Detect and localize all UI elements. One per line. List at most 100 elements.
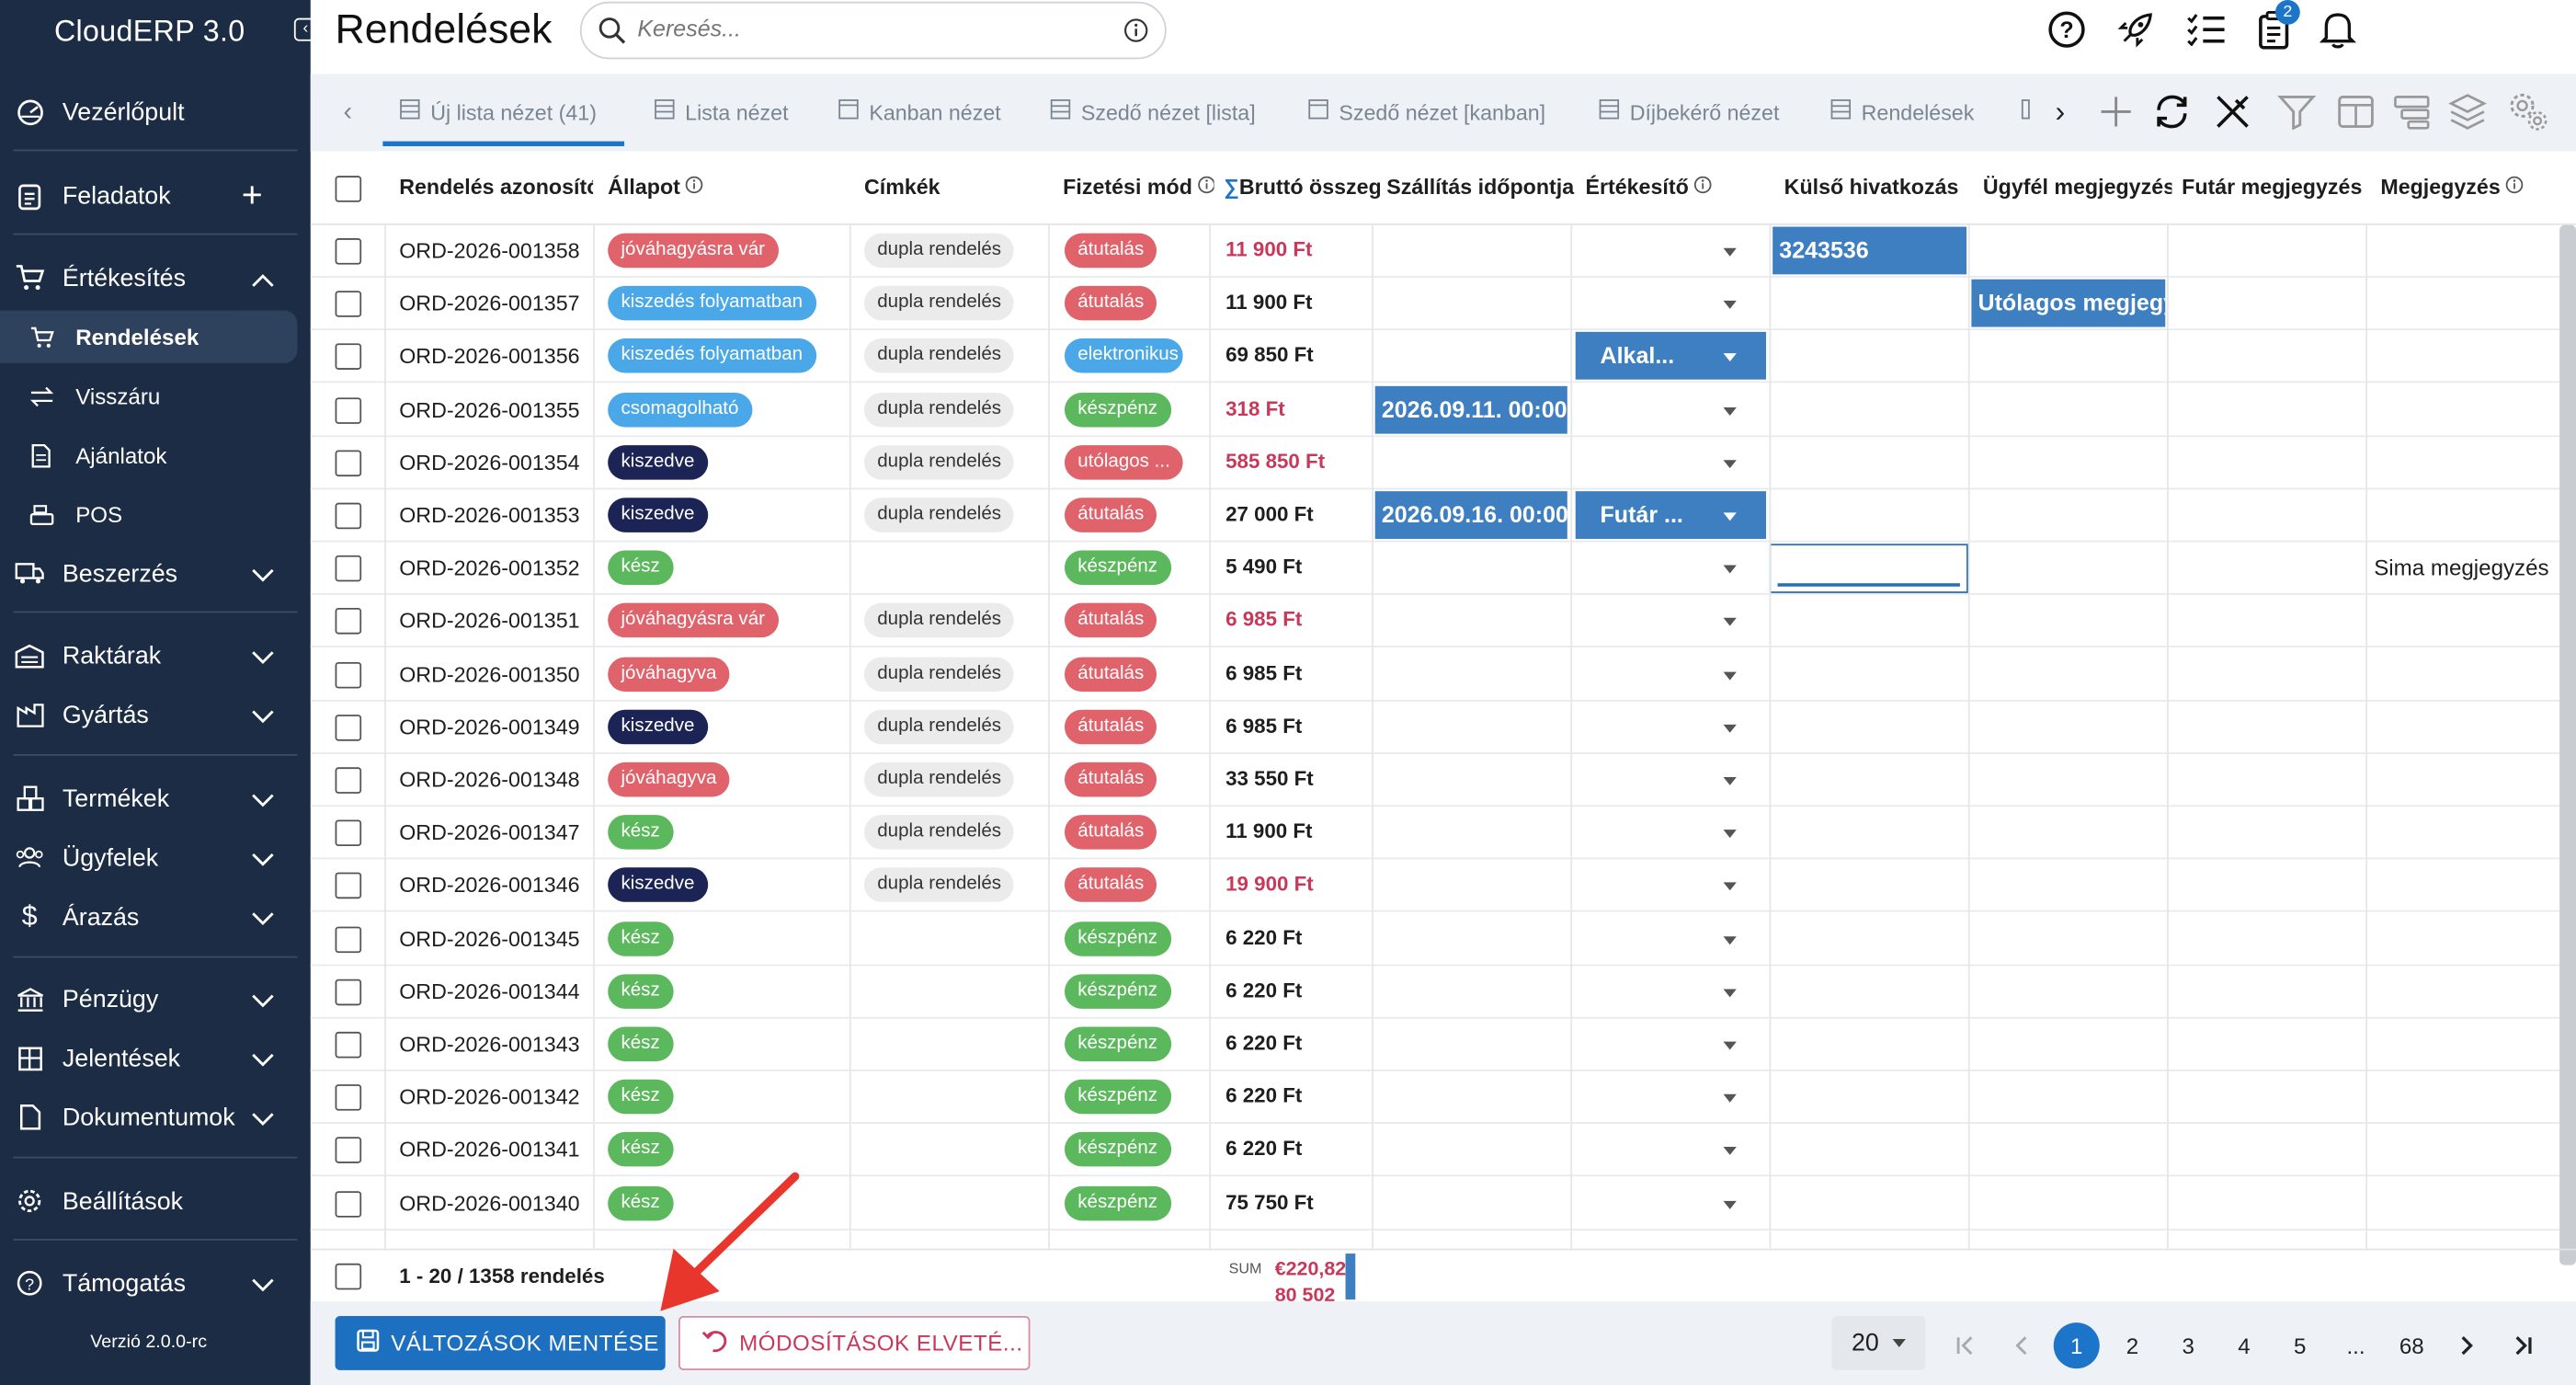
last-page-icon[interactable] bbox=[2501, 1322, 2547, 1368]
page-button[interactable]: ... bbox=[2333, 1322, 2379, 1368]
tag-badge[interactable]: dupla rendelés bbox=[863, 444, 1015, 480]
shipping-date-cell[interactable]: 2026.09.11. 00:00 bbox=[1374, 385, 1567, 433]
table-row[interactable]: ORD-2026-001342 kész készpénz 6 220 Ft bbox=[310, 1071, 2576, 1125]
table-row[interactable]: ORD-2026-001344 kész készpénz 6 220 Ft bbox=[310, 966, 2576, 1019]
payment-badge[interactable]: készpénz bbox=[1064, 1026, 1171, 1062]
order-id[interactable]: ORD-2026-001356 bbox=[399, 344, 579, 369]
seller-dropdown-icon[interactable] bbox=[1723, 724, 1737, 733]
row-checkbox[interactable] bbox=[335, 608, 362, 635]
sidebar-item-documents[interactable]: Dokumentumok bbox=[0, 1091, 311, 1143]
seller-dropdown-icon[interactable] bbox=[1723, 565, 1737, 574]
payment-badge[interactable]: készpénz bbox=[1064, 974, 1171, 1009]
payment-badge[interactable]: átutalás bbox=[1064, 709, 1157, 744]
tag-badge[interactable]: dupla rendelés bbox=[863, 867, 1015, 903]
tabs-scroll-left-icon[interactable]: ‹ bbox=[343, 98, 352, 128]
order-id[interactable]: ORD-2026-001346 bbox=[399, 873, 579, 898]
tag-badge[interactable]: dupla rendelés bbox=[863, 815, 1015, 850]
order-id[interactable]: ORD-2026-001353 bbox=[399, 503, 579, 528]
tab-proforma-view[interactable]: Díjbekérő nézet bbox=[1599, 98, 1779, 125]
order-id[interactable]: ORD-2026-001355 bbox=[399, 397, 579, 422]
tag-badge[interactable]: dupla rendelés bbox=[863, 338, 1015, 374]
payment-badge[interactable]: átutalás bbox=[1064, 761, 1157, 797]
order-id[interactable]: ORD-2026-001341 bbox=[399, 1138, 579, 1162]
payment-badge[interactable]: átutalás bbox=[1064, 815, 1157, 850]
add-task-icon[interactable]: + bbox=[242, 177, 263, 212]
status-badge[interactable]: kész bbox=[608, 1026, 674, 1062]
table-row[interactable]: ORD-2026-001357 kiszedés folyamatban dupla… bbox=[310, 278, 2576, 331]
row-checkbox[interactable] bbox=[335, 1031, 362, 1059]
order-id[interactable]: ORD-2026-001357 bbox=[399, 292, 579, 316]
order-id[interactable]: ORD-2026-001354 bbox=[399, 450, 579, 475]
tag-badge[interactable]: dupla rendelés bbox=[863, 761, 1015, 797]
table-row[interactable]: ORD-2026-001353 kiszedve dupla rendelés átu… bbox=[310, 489, 2576, 543]
seller-dropdown-icon[interactable] bbox=[1723, 353, 1737, 362]
seller-dropdown-icon[interactable] bbox=[1723, 1094, 1737, 1104]
status-badge[interactable]: kész bbox=[608, 974, 674, 1009]
payment-badge[interactable]: átutalás bbox=[1064, 656, 1157, 692]
sidebar-item-production[interactable]: Gyártás bbox=[0, 689, 311, 741]
status-badge[interactable]: csomagolható bbox=[608, 392, 752, 427]
seller-dropdown-icon[interactable] bbox=[1723, 935, 1737, 944]
table-row[interactable]: ORD-2026-001343 kész készpénz 6 220 Ft bbox=[310, 1019, 2576, 1071]
summary-checkbox[interactable] bbox=[335, 1263, 362, 1290]
row-checkbox[interactable] bbox=[335, 1137, 362, 1164]
table-row[interactable]: ORD-2026-001356 kiszedés folyamatban dupla… bbox=[310, 331, 2576, 383]
sidebar-item-products[interactable]: Termékek bbox=[0, 773, 311, 825]
col-external-ref-header[interactable]: Külső hivatkozás bbox=[1784, 174, 1974, 199]
row-checkbox[interactable] bbox=[335, 979, 362, 1005]
col-courier-note-header[interactable]: Futár megjegyzés bbox=[2182, 174, 2371, 199]
status-badge[interactable]: kiszedés folyamatban bbox=[608, 338, 816, 374]
row-checkbox[interactable] bbox=[335, 344, 362, 371]
tag-badge[interactable]: dupla rendelés bbox=[863, 603, 1015, 638]
sidebar-item-customers[interactable]: Ügyfelek bbox=[0, 831, 311, 884]
payment-badge[interactable]: átutalás bbox=[1064, 498, 1157, 532]
tabs-scroll-right-icon[interactable]: › bbox=[2040, 92, 2080, 132]
group-icon[interactable] bbox=[2392, 92, 2432, 132]
payment-badge[interactable]: átutalás bbox=[1064, 233, 1157, 269]
page-button[interactable]: 68 bbox=[2388, 1322, 2434, 1368]
tag-badge[interactable]: dupla rendelés bbox=[863, 656, 1015, 692]
table-row[interactable]: ORD-2026-001349 kiszedve dupla rendelés átu… bbox=[310, 701, 2576, 754]
payment-badge[interactable]: átutalás bbox=[1064, 286, 1157, 321]
payment-badge[interactable]: készpénz bbox=[1064, 392, 1171, 427]
info-icon[interactable] bbox=[1123, 18, 1148, 52]
status-badge[interactable]: kiszedve bbox=[608, 498, 708, 532]
tag-badge[interactable]: dupla rendelés bbox=[863, 498, 1015, 532]
payment-badge[interactable]: átutalás bbox=[1064, 603, 1157, 638]
status-badge[interactable]: kiszedve bbox=[608, 444, 708, 480]
external-ref-cell[interactable]: 3243536 bbox=[1772, 226, 1967, 275]
rocket-icon[interactable] bbox=[2116, 10, 2156, 50]
checklist-icon[interactable] bbox=[2186, 10, 2226, 50]
row-checkbox[interactable] bbox=[335, 450, 362, 476]
seller-cell[interactable]: Alkal... bbox=[1575, 332, 1767, 381]
order-id[interactable]: ORD-2026-001340 bbox=[399, 1190, 579, 1215]
tab-kanban-view[interactable]: Kanban nézet bbox=[838, 98, 1001, 125]
seller-dropdown-icon[interactable] bbox=[1723, 618, 1737, 627]
payment-badge[interactable]: készpénz bbox=[1064, 550, 1171, 586]
table-row[interactable]: ORD-2026-001352 kész készpénz 5 490 Ft Sima … bbox=[310, 543, 2576, 596]
payment-badge[interactable]: készpénz bbox=[1064, 1132, 1171, 1168]
sidebar-item-purchasing[interactable]: Beszerzés bbox=[0, 547, 311, 600]
seller-dropdown-icon[interactable] bbox=[1723, 247, 1737, 257]
status-badge[interactable]: kész bbox=[608, 1132, 674, 1168]
first-page-icon[interactable] bbox=[1942, 1322, 1988, 1368]
status-badge[interactable]: jóváhagyva bbox=[608, 656, 730, 692]
row-checkbox[interactable] bbox=[335, 238, 362, 265]
prev-page-icon[interactable] bbox=[1998, 1322, 2044, 1368]
order-id[interactable]: ORD-2026-001343 bbox=[399, 1032, 579, 1057]
status-badge[interactable]: kész bbox=[608, 1080, 674, 1115]
page-size-select[interactable]: 20 bbox=[1831, 1315, 1926, 1370]
seller-dropdown-icon[interactable] bbox=[1723, 883, 1737, 891]
tag-badge[interactable]: dupla rendelés bbox=[863, 392, 1015, 427]
table-row[interactable]: ORD-2026-001355 csomagolható dupla rendelé… bbox=[310, 383, 2576, 437]
seller-dropdown-icon[interactable] bbox=[1723, 301, 1737, 310]
table-row[interactable]: ORD-2026-001358 jóváhagyásra vár dupla ren… bbox=[310, 225, 2576, 278]
seller-dropdown-icon[interactable] bbox=[1723, 1041, 1737, 1050]
page-button[interactable]: 2 bbox=[2109, 1322, 2155, 1368]
page-button[interactable]: 1 bbox=[2053, 1322, 2100, 1369]
seller-dropdown-icon[interactable] bbox=[1723, 777, 1737, 785]
order-id[interactable]: ORD-2026-001344 bbox=[399, 979, 579, 1003]
add-view-icon[interactable] bbox=[2096, 92, 2136, 132]
status-badge[interactable]: jóváhagyásra vár bbox=[608, 603, 779, 638]
sidebar-item-dashboard[interactable]: Vezérlőpult bbox=[0, 86, 311, 138]
